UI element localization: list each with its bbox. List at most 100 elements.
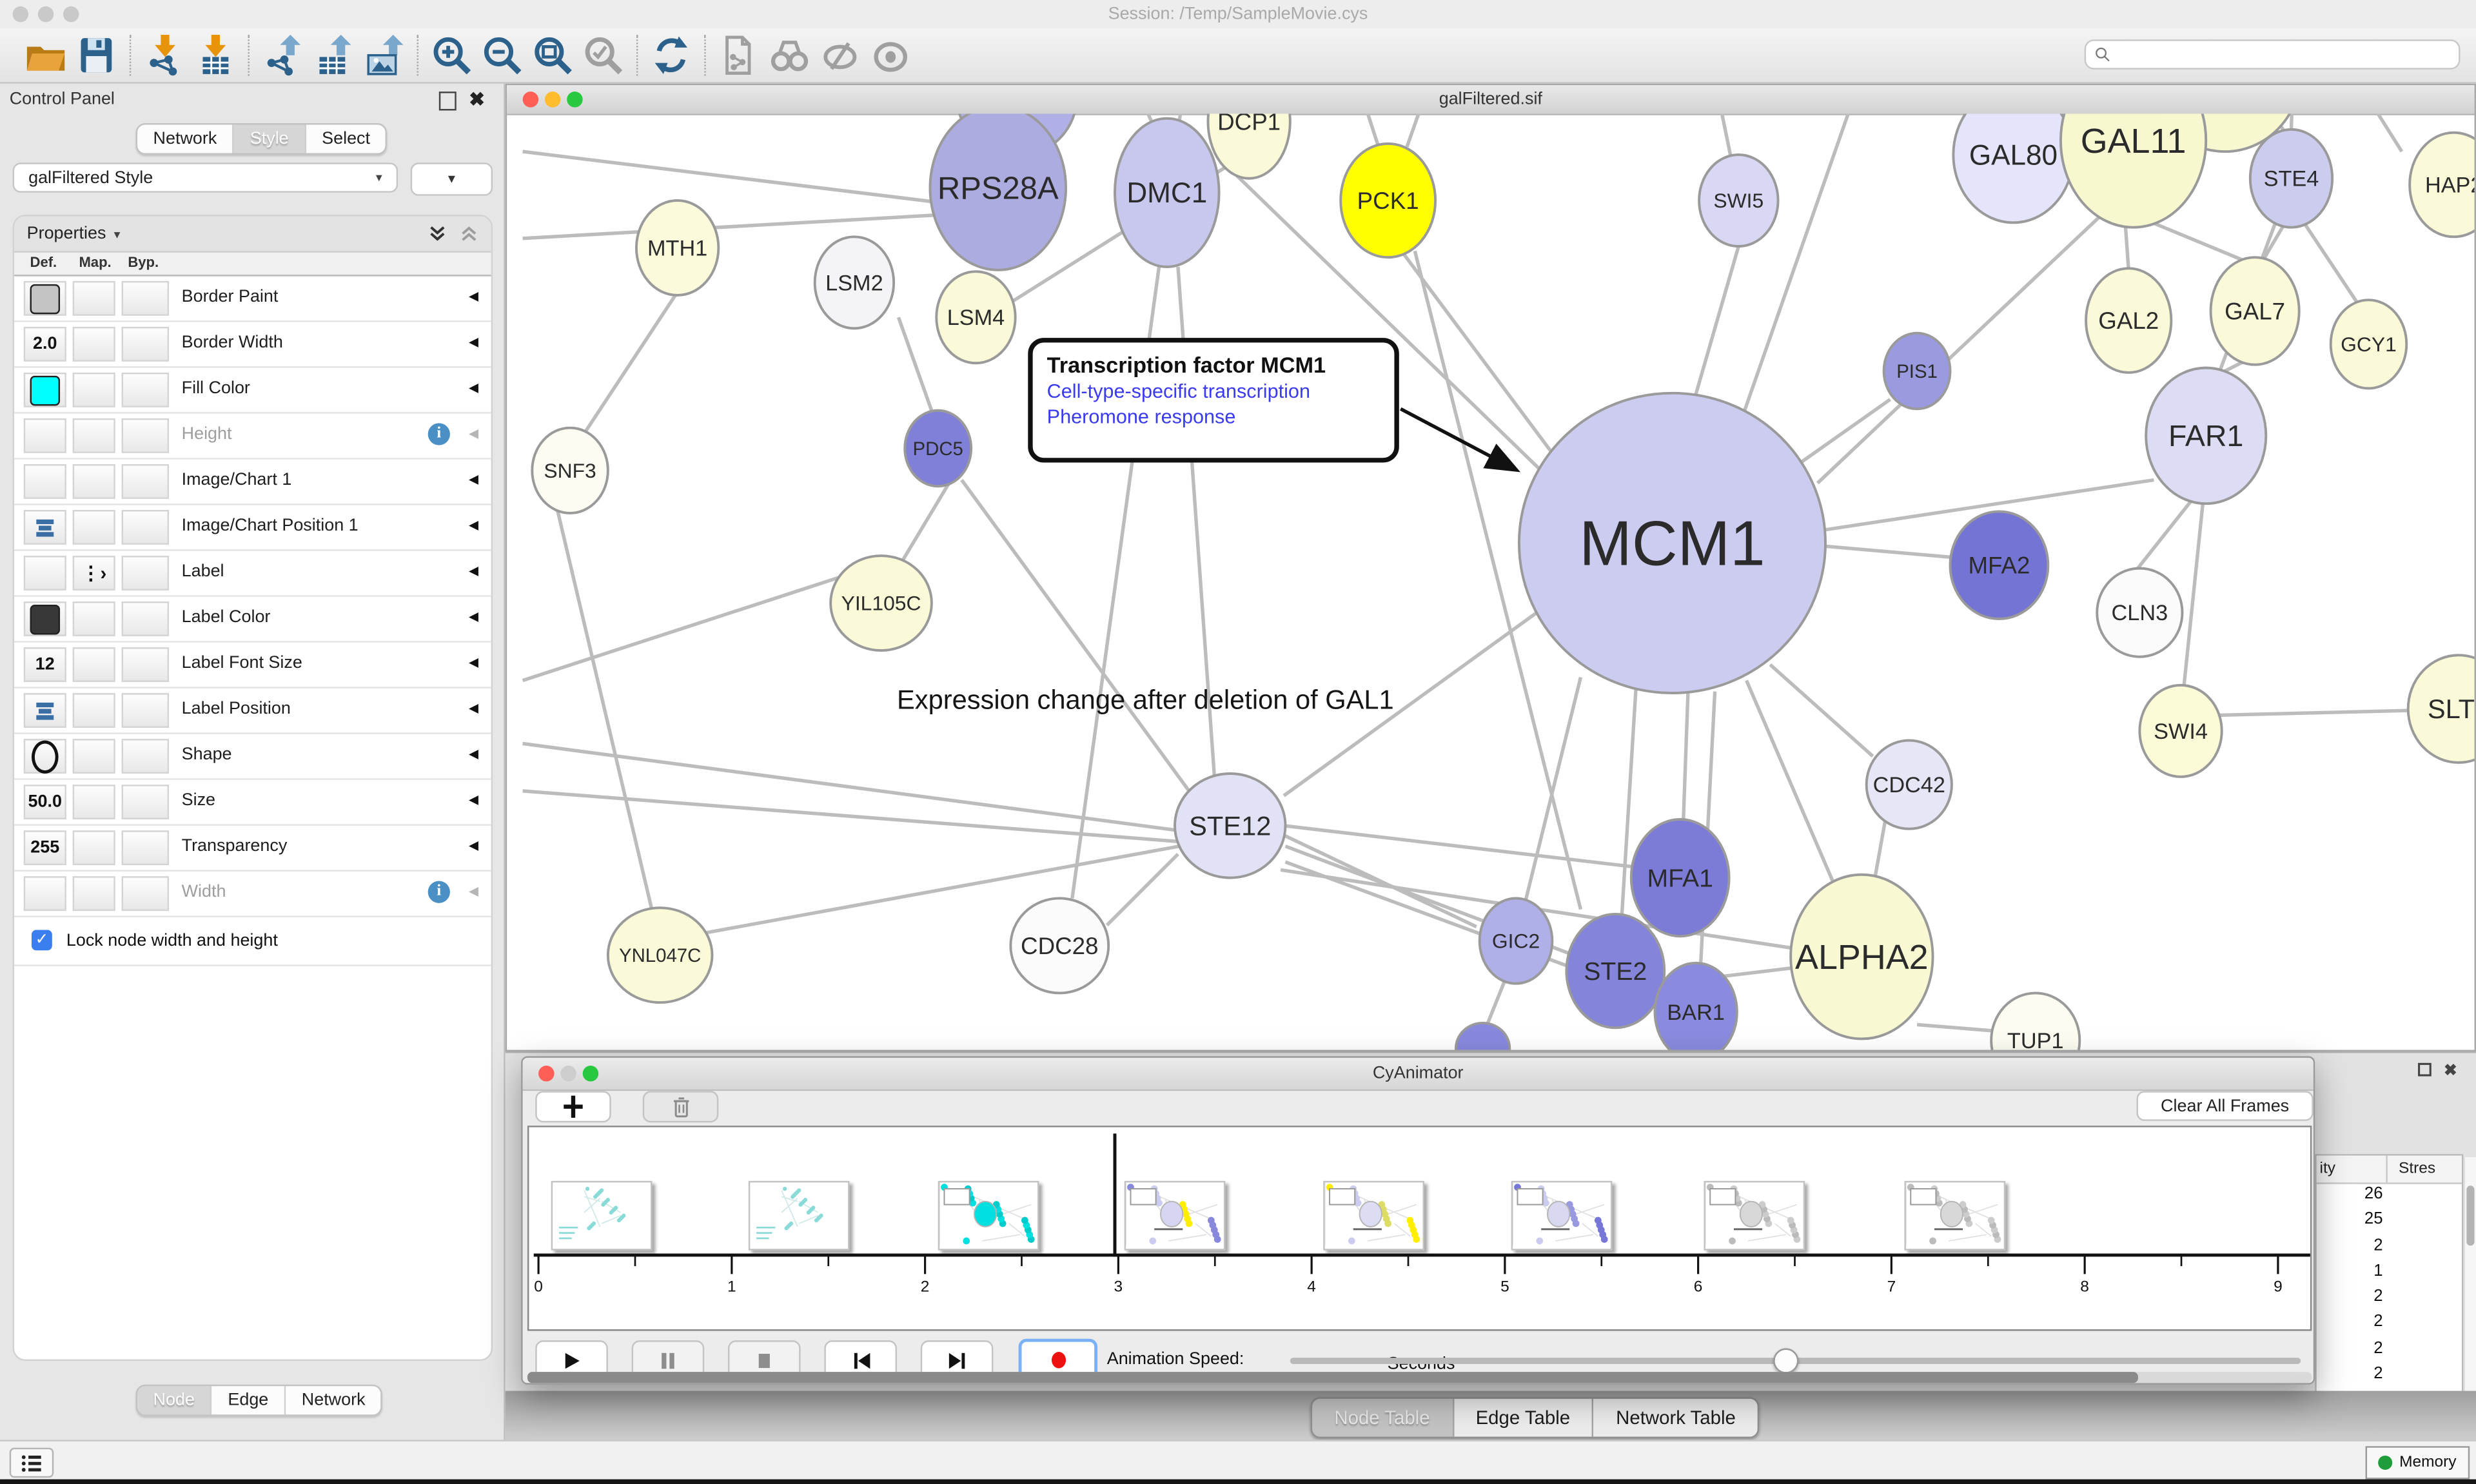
edge[interactable] (1407, 113, 1451, 146)
property-row-label-position[interactable]: Label Position◀ (14, 688, 491, 734)
bypass-cell[interactable] (122, 647, 169, 682)
default-value-cell[interactable] (24, 601, 66, 636)
default-value-cell[interactable] (24, 556, 66, 591)
bypass-cell[interactable] (122, 327, 169, 362)
expand-left-icon[interactable]: ◀ (469, 701, 478, 715)
mapping-cell[interactable] (73, 785, 115, 819)
bypass-cell[interactable] (122, 510, 169, 545)
collapse-all-icon[interactable] (460, 224, 478, 243)
property-row-height[interactable]: Heighti◀ (14, 414, 491, 460)
property-row-shape[interactable]: Shape◀ (14, 734, 491, 780)
default-value-cell[interactable] (24, 418, 66, 453)
expand-left-icon[interactable]: ◀ (469, 563, 478, 578)
zoom-fit-button[interactable] (531, 33, 575, 77)
mapping-cell[interactable] (73, 373, 115, 407)
timeline-scrollbar-thumb[interactable] (527, 1372, 2138, 1383)
edge[interactable] (2304, 222, 2357, 303)
default-value-cell[interactable] (24, 876, 66, 911)
expand-left-icon[interactable]: ◀ (469, 609, 478, 623)
bypass-cell[interactable] (122, 464, 169, 499)
expand-left-icon[interactable]: ◀ (469, 426, 478, 440)
bypass-cell[interactable] (122, 693, 169, 728)
style-select[interactable]: galFiltered Style ▾ (13, 162, 398, 193)
refresh-button[interactable] (649, 33, 694, 77)
properties-header[interactable]: Properties ▾ (14, 217, 491, 253)
mapping-cell[interactable] (73, 739, 115, 774)
property-row-image-chart-position-1[interactable]: Image/Chart Position 1◀ (14, 505, 491, 551)
canvas-text-annotation[interactable]: Expression change after deletion of GAL1 (897, 685, 1394, 717)
bypass-cell[interactable] (122, 556, 169, 591)
edge[interactable] (1404, 254, 1557, 459)
property-row-label[interactable]: ⋮›Label◀ (14, 551, 491, 597)
default-value-cell[interactable]: 2.0 (24, 327, 66, 362)
mapping-cell[interactable] (73, 601, 115, 636)
tab-node-table[interactable]: Node Table (1312, 1399, 1453, 1437)
tab-network[interactable]: Network (286, 1386, 381, 1414)
mapping-cell[interactable]: ⋮› (73, 556, 115, 591)
default-value-cell[interactable]: 255 (24, 830, 66, 865)
edge[interactable] (2184, 503, 2203, 687)
show-details-button[interactable] (869, 33, 913, 77)
edge[interactable] (1825, 546, 1952, 557)
open-session-button[interactable] (24, 33, 68, 77)
bypass-cell[interactable] (122, 876, 169, 911)
edge[interactable] (901, 483, 948, 561)
default-value-cell[interactable] (24, 373, 66, 407)
property-row-transparency[interactable]: 255Transparency◀ (14, 826, 491, 872)
edge[interactable] (1107, 854, 1178, 925)
search-box[interactable] (2085, 39, 2461, 70)
import-table-button[interactable] (193, 33, 237, 77)
edge[interactable] (961, 480, 1189, 790)
edge[interactable] (1695, 246, 1739, 400)
bypass-cell[interactable] (122, 601, 169, 636)
mapping-cell[interactable] (73, 418, 115, 453)
expand-left-icon[interactable]: ◀ (469, 747, 478, 761)
table-scrollbar[interactable] (2463, 1157, 2476, 1413)
delete-frame-button[interactable] (643, 1091, 719, 1122)
node-partial[interactable] (1456, 1023, 1509, 1050)
tab-network[interactable]: Network (137, 124, 234, 153)
edge[interactable] (523, 215, 943, 239)
mapping-cell[interactable] (73, 327, 115, 362)
edge[interactable] (2219, 710, 2412, 715)
edge[interactable] (898, 317, 933, 415)
zoom-out-button[interactable] (480, 33, 524, 77)
save-session-button[interactable] (74, 33, 119, 77)
export-network-button[interactable] (260, 33, 305, 77)
property-row-label-font-size[interactable]: 12Label Font Size◀ (14, 643, 491, 688)
property-row-image-chart-1[interactable]: Image/Chart 1◀ (14, 460, 491, 505)
edge[interactable] (557, 510, 652, 911)
default-value-cell[interactable] (24, 510, 66, 545)
info-icon[interactable]: i (428, 881, 450, 903)
edge[interactable] (1337, 113, 1379, 146)
annotation-link-1[interactable]: Cell-type-specific transcription (1047, 380, 1380, 402)
edge[interactable] (523, 570, 863, 680)
table-row[interactable]: 26 (2317, 1184, 2462, 1210)
zoom-in-button[interactable] (429, 33, 474, 77)
bypass-cell[interactable] (122, 373, 169, 407)
timeline-scrollbar[interactable] (527, 1372, 2312, 1383)
expand-all-icon[interactable] (428, 224, 447, 243)
edge[interactable] (1770, 665, 1872, 756)
close-panel-icon[interactable]: ✖ (469, 88, 485, 110)
bypass-cell[interactable] (122, 785, 169, 819)
edge[interactable] (1486, 981, 1504, 1028)
property-row-border-width[interactable]: 2.0Border Width◀ (14, 322, 491, 368)
edge[interactable] (1684, 692, 1688, 823)
info-icon[interactable]: i (428, 423, 450, 445)
table-row[interactable]: 1 (2317, 1261, 2462, 1287)
expand-left-icon[interactable]: ◀ (469, 289, 478, 303)
add-frame-button[interactable] (535, 1091, 611, 1122)
import-network-button[interactable] (142, 33, 186, 77)
edge[interactable] (1874, 819, 1885, 881)
node-table-header[interactable]: ity Stres (2317, 1156, 2462, 1184)
table-row[interactable]: 25 (2317, 1210, 2462, 1236)
mapping-cell[interactable] (73, 693, 115, 728)
clear-all-frames-button[interactable]: Clear All Frames (2136, 1091, 2313, 1121)
expand-left-icon[interactable]: ◀ (469, 518, 478, 532)
float-panel-icon[interactable] (2417, 1062, 2431, 1077)
table-row[interactable]: 2 (2317, 1287, 2462, 1313)
edge[interactable] (586, 292, 678, 431)
property-row-label-color[interactable]: Label Color◀ (14, 597, 491, 643)
zoom-selected-button[interactable] (581, 33, 625, 77)
